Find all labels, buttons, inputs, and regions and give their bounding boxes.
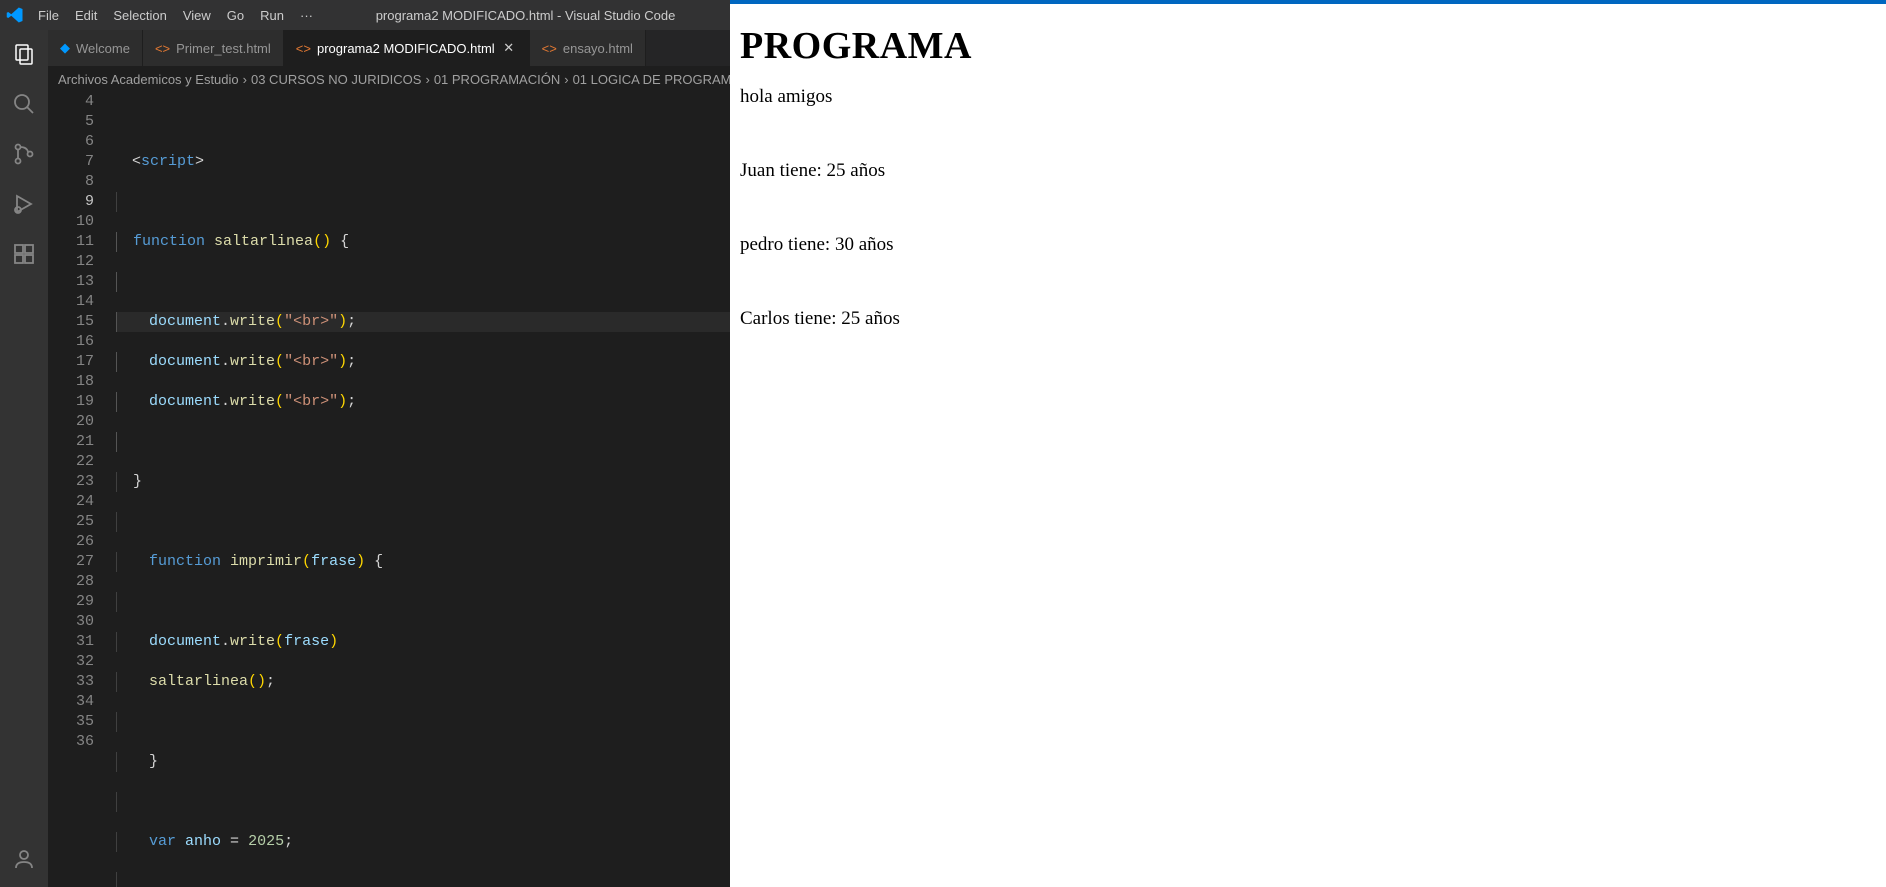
code-editor[interactable]: 4567891011121314151617181920212223242526… [48,92,730,887]
vscode-window: File Edit Selection View Go Run ··· prog… [0,0,730,887]
menu-run[interactable]: Run [252,8,292,23]
accounts-icon[interactable] [10,845,38,873]
page-heading: PROGRAMA [740,24,1876,68]
editor-area: ◆ Welcome <> Primer_test.html <> program… [48,30,730,887]
tab-programa2[interactable]: <> programa2 MODIFICADO.html ✕ [284,30,530,66]
breadcrumb-item[interactable]: 01 PROGRAMACIÓN [434,72,560,87]
line-number-gutter: 4567891011121314151617181920212223242526… [48,92,112,887]
tab-label: Welcome [76,41,130,56]
menu-selection[interactable]: Selection [105,8,174,23]
page-content: PROGRAMA hola amigos Juan tiene: 25 años… [730,4,1886,887]
editor-tabs: ◆ Welcome <> Primer_test.html <> program… [48,30,730,66]
menu-view[interactable]: View [175,8,219,23]
browser-preview: PROGRAMA hola amigos Juan tiene: 25 años… [730,0,1886,887]
tab-label: ensayo.html [563,41,633,56]
html-file-icon: <> [542,41,557,56]
menu-file[interactable]: File [30,8,67,23]
breadcrumb[interactable]: Archivos Academicos y Estudio › 03 CURSOS… [48,66,730,92]
close-icon[interactable]: ✕ [501,40,517,56]
menu-edit[interactable]: Edit [67,8,105,23]
output-line: Juan tiene: 25 años [740,160,1876,182]
breadcrumb-item[interactable]: Archivos Academicos y Estudio [58,72,239,87]
vscode-icon: ◆ [60,40,70,56]
window-title: programa2 MODIFICADO.html - Visual Studi… [321,8,730,23]
tab-welcome[interactable]: ◆ Welcome [48,30,143,66]
code-lines[interactable]: <script> function saltarlinea() { docume… [112,92,730,887]
html-file-icon: <> [296,41,311,56]
chevron-right-icon: › [425,72,429,87]
explorer-icon[interactable] [10,40,38,68]
source-control-icon[interactable] [10,140,38,168]
vscode-logo-icon [0,6,30,24]
menu-go[interactable]: Go [219,8,252,23]
search-icon[interactable] [10,90,38,118]
tab-label: programa2 MODIFICADO.html [317,41,495,56]
activity-bar [0,30,48,887]
output-line: pedro tiene: 30 años [740,234,1876,256]
menubar: File Edit Selection View Go Run ··· prog… [0,0,730,30]
tab-primer-test[interactable]: <> Primer_test.html [143,30,284,66]
chevron-right-icon: › [564,72,568,87]
chevron-right-icon: › [243,72,247,87]
html-file-icon: <> [155,41,170,56]
tab-label: Primer_test.html [176,41,271,56]
extensions-icon[interactable] [10,240,38,268]
output-line: Carlos tiene: 25 años [740,308,1876,330]
breadcrumb-item[interactable]: 03 CURSOS NO JURIDICOS [251,72,421,87]
output-line: hola amigos [740,86,1876,108]
menu-more[interactable]: ··· [292,8,321,23]
tab-ensayo[interactable]: <> ensayo.html [530,30,646,66]
breadcrumb-item[interactable]: 01 LOGICA DE PROGRAMACIO [573,72,730,87]
run-debug-icon[interactable] [10,190,38,218]
